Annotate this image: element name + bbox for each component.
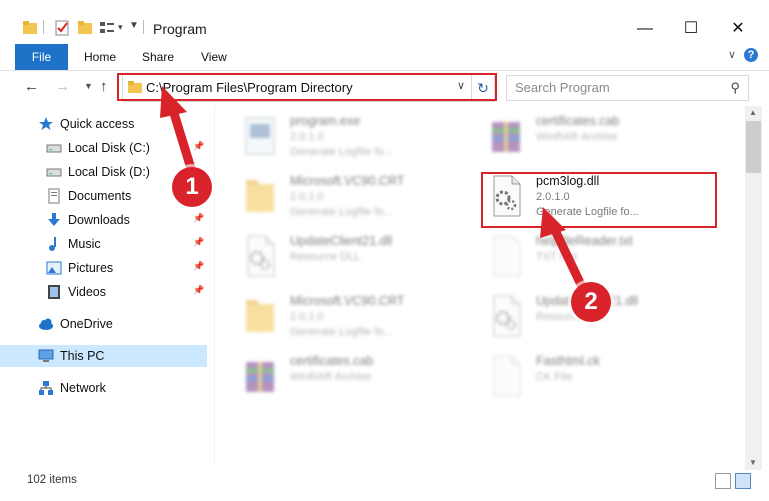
arrow-1 [160, 86, 198, 180]
annotation-overlay [160, 86, 589, 296]
step-1-badge: 1 [172, 167, 212, 207]
file-explorer-window: ▾ ▼ Program — ☐ ✕ File Home Share View ∨… [0, 0, 769, 501]
step-2-badge: 2 [571, 282, 611, 322]
arrow-2 [540, 207, 589, 296]
